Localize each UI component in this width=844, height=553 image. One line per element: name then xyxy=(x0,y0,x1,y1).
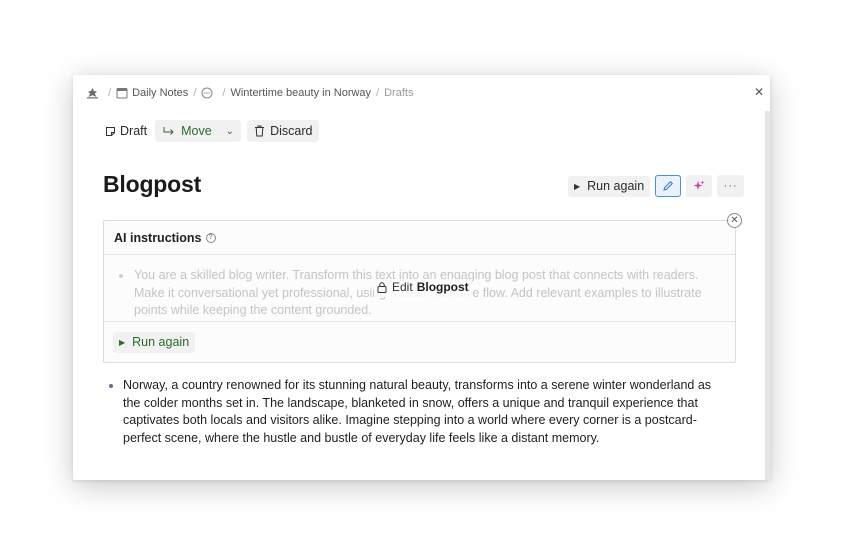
play-icon: ▶ xyxy=(574,181,581,191)
breadcrumb-separator: / xyxy=(376,87,380,99)
discard-button[interactable]: Discard xyxy=(247,120,320,142)
lock-icon xyxy=(377,282,387,294)
move-button[interactable]: Move ⌄ xyxy=(155,120,242,142)
edit-blogpost-overlay[interactable]: Edit Blogpost xyxy=(374,279,472,297)
ai-instructions-panel: AI instructions ? You are a skilled blog… xyxy=(103,220,736,363)
scrollbar[interactable] xyxy=(765,111,770,480)
dismiss-panel-icon[interactable]: ✕ xyxy=(727,213,742,228)
close-icon[interactable]: ✕ xyxy=(752,85,766,99)
help-icon[interactable]: ? xyxy=(205,232,216,243)
draft-label: Draft xyxy=(120,124,148,138)
chevron-down-icon: ⌄ xyxy=(225,125,235,137)
draft-toolbar: Draft Move ⌄ Discard xyxy=(103,120,320,142)
page-title: Blogpost xyxy=(103,171,202,197)
more-options-icon[interactable]: ··· xyxy=(717,175,745,197)
discard-label: Discard xyxy=(270,124,313,138)
workspace-logo-icon[interactable] xyxy=(86,87,99,99)
breadcrumb-daily-notes[interactable]: Daily Notes xyxy=(132,87,188,99)
edit-label: Edit xyxy=(392,280,413,294)
pencil-icon xyxy=(663,180,674,191)
move-arrow-icon xyxy=(163,126,174,135)
edit-target: Blogpost xyxy=(416,280,469,294)
ai-sparkle-button[interactable] xyxy=(686,175,713,197)
ai-instructions-text-area[interactable]: You are a skilled blog writer. Transform… xyxy=(104,255,735,322)
calendar-icon xyxy=(116,87,128,99)
breadcrumb-separator: / xyxy=(108,87,112,99)
draft-icon xyxy=(106,126,115,136)
edit-button[interactable] xyxy=(655,175,682,197)
sparkle-icon xyxy=(693,180,705,190)
ai-instructions-header: AI instructions ? xyxy=(104,221,735,255)
run-again-label: Run again xyxy=(587,179,645,193)
ai-run-again-label: Run again xyxy=(132,335,190,349)
ai-instructions-heading: AI instructions xyxy=(114,230,202,245)
blogpost-paragraph[interactable]: Norway, a country renowned for its stunn… xyxy=(123,377,728,447)
breadcrumb-separator: / xyxy=(222,87,226,99)
title-actions: ▶ Run again ··· xyxy=(568,175,745,197)
ai-instructions-footer: ▶ Run again xyxy=(104,322,735,362)
drafts-modal: / Daily Notes / / Wintertime beauty in N… xyxy=(73,75,770,480)
list-bullet xyxy=(109,384,113,388)
trash-icon xyxy=(255,125,265,137)
run-again-button[interactable]: ▶ Run again xyxy=(568,175,651,197)
ai-run-again-button[interactable]: ▶ Run again xyxy=(113,331,196,353)
draft-button[interactable]: Draft xyxy=(103,120,149,142)
more-pages-icon[interactable] xyxy=(201,87,213,99)
move-label: Move xyxy=(181,124,212,138)
breadcrumb-separator: / xyxy=(193,87,197,99)
play-icon: ▶ xyxy=(119,337,126,347)
list-bullet xyxy=(119,274,123,278)
breadcrumb-page[interactable]: Wintertime beauty in Norway xyxy=(230,87,371,99)
breadcrumb: / Daily Notes / / Wintertime beauty in N… xyxy=(86,85,413,101)
breadcrumb-current: Drafts xyxy=(384,87,414,99)
